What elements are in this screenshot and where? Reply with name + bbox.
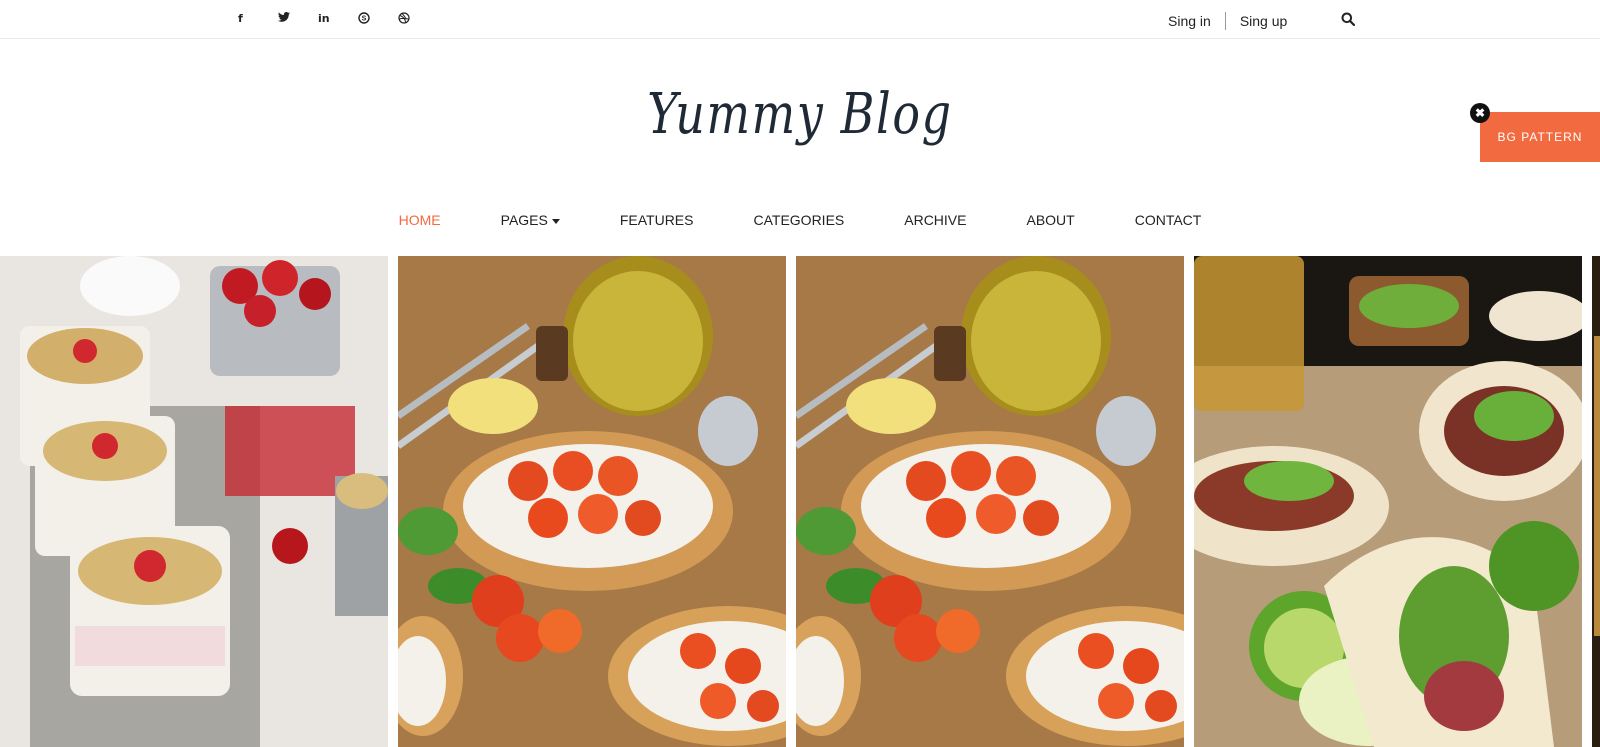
nav-categories[interactable]: CATEGORIES (753, 212, 844, 228)
gallery-image-tacos[interactable] (1194, 256, 1582, 747)
linkedin-icon[interactable]: in (318, 12, 358, 27)
skype-icon[interactable]: S (358, 12, 398, 27)
nav-about[interactable]: ABOUT (1026, 212, 1074, 228)
nav-contact[interactable]: CONTACT (1135, 212, 1202, 228)
twitter-icon[interactable] (278, 12, 318, 27)
auth-links: Sing in Sing up (1168, 12, 1287, 30)
close-icon[interactable]: ✖ (1470, 103, 1490, 123)
gallery-image-parfaits[interactable] (0, 256, 388, 747)
featured-gallery (0, 256, 1600, 747)
gallery-image-bruschetta-2[interactable] (796, 256, 1184, 747)
divider (1224, 12, 1226, 30)
svg-text:S: S (362, 16, 367, 23)
dribbble-icon[interactable] (398, 12, 438, 27)
gallery-image-bruschetta[interactable] (398, 256, 786, 747)
nav-home[interactable]: HOME (399, 212, 441, 228)
nav-pages[interactable]: PAGES (501, 212, 560, 228)
sign-in-link[interactable]: Sing in (1168, 13, 1211, 29)
top-bar: f in S Sing in Sing up (0, 0, 1600, 39)
bg-pattern-button[interactable]: BG PATTERN (1480, 112, 1600, 162)
social-links: f in S (238, 12, 438, 27)
nav-pages-label: PAGES (500, 212, 548, 228)
search-icon[interactable] (1341, 12, 1355, 26)
main-nav: HOME PAGES FEATURES CATEGORIES ARCHIVE A… (0, 212, 1600, 228)
sign-up-link[interactable]: Sing up (1240, 13, 1287, 29)
nav-archive[interactable]: ARCHIVE (904, 212, 966, 228)
site-logo[interactable]: Yummy Blog (144, 82, 1456, 147)
facebook-icon[interactable]: f (238, 12, 278, 27)
gallery-image-partial[interactable] (1592, 256, 1600, 747)
nav-features[interactable]: FEATURES (620, 212, 694, 228)
caret-down-icon (551, 218, 560, 224)
